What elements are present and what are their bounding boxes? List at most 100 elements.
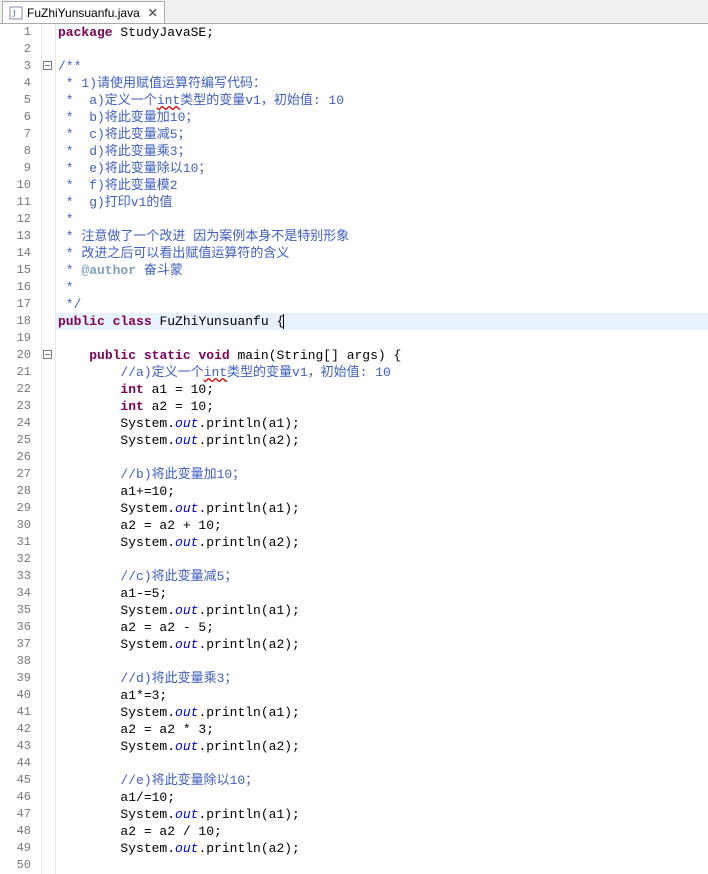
code-line[interactable] [56,653,708,670]
code-token [58,348,89,363]
editor-tab[interactable]: J FuZhiYunsuanfu.java ✕ [2,1,165,23]
line-number: 48 [0,823,31,840]
code-token: 类型的变量v1，初始值: 10 [180,93,344,108]
code-line[interactable] [56,330,708,347]
code-area[interactable]: package StudyJavaSE; /** * 1)请使用赋值运算符编写代码… [56,24,708,874]
fold-cell [42,228,55,245]
code-line[interactable]: * @author 奋斗蒙 [56,262,708,279]
fold-cell [42,670,55,687]
fold-cell [42,755,55,772]
code-token: out [175,603,198,618]
code-line[interactable]: * a)定义一个int类型的变量v1，初始值: 10 [56,92,708,109]
code-line[interactable] [56,755,708,772]
code-line[interactable]: a2 = a2 - 5; [56,619,708,636]
code-token [136,348,144,363]
code-line[interactable]: package StudyJavaSE; [56,24,708,41]
line-number: 21 [0,364,31,381]
fold-cell [42,160,55,177]
code-line[interactable]: System.out.println(a1); [56,704,708,721]
code-line[interactable]: * g)打印v1的值 [56,194,708,211]
code-line[interactable]: * b)将此变量加10； [56,109,708,126]
code-line[interactable]: //d)将此变量乘3； [56,670,708,687]
fold-cell [42,500,55,517]
fold-cell [42,432,55,449]
code-line[interactable]: a1+=10; [56,483,708,500]
code-line[interactable] [56,41,708,58]
code-token: * a)定义一个 [58,93,157,108]
line-number: 8 [0,143,31,160]
code-line[interactable]: System.out.println(a2); [56,840,708,857]
code-token: a1/=10; [58,790,175,805]
fold-toggle-icon[interactable] [43,350,52,359]
code-token: a1-=5; [58,586,167,601]
fold-cell [42,602,55,619]
code-line[interactable]: * f)将此变量模2 [56,177,708,194]
code-token: .println(a2); [198,841,299,856]
fold-cell [42,857,55,874]
code-line[interactable]: * [56,211,708,228]
code-line[interactable]: /** [56,58,708,75]
close-icon[interactable]: ✕ [148,6,158,20]
code-line[interactable]: a1/=10; [56,789,708,806]
line-number: 23 [0,398,31,415]
code-line[interactable]: a1*=3; [56,687,708,704]
code-line[interactable] [56,449,708,466]
fold-cell [42,619,55,636]
code-token: System. [58,416,175,431]
fold-cell [42,585,55,602]
code-token: out [175,535,198,550]
code-line[interactable]: System.out.println(a1); [56,806,708,823]
code-line[interactable]: System.out.println(a2); [56,432,708,449]
line-number: 46 [0,789,31,806]
code-line[interactable]: System.out.println(a2); [56,534,708,551]
line-number: 9 [0,160,31,177]
code-line[interactable]: public static void main(String[] args) { [56,347,708,364]
code-line[interactable]: //e)将此变量除以10； [56,772,708,789]
fold-cell [42,245,55,262]
code-line[interactable]: System.out.println(a2); [56,636,708,653]
code-editor[interactable]: 1234567891011121314151617181920212223242… [0,24,708,874]
code-token [58,756,120,771]
code-line[interactable]: * 注意做了一个改进 因为案例本身不是特别形象 [56,228,708,245]
code-token: @author [81,263,136,278]
code-line[interactable]: a2 = a2 + 10; [56,517,708,534]
code-line[interactable]: a1-=5; [56,585,708,602]
code-line[interactable]: * d)将此变量乘3； [56,143,708,160]
line-number: 41 [0,704,31,721]
line-number: 27 [0,466,31,483]
code-token: System. [58,535,175,550]
code-line[interactable]: * [56,279,708,296]
code-line[interactable]: * e)将此变量除以10； [56,160,708,177]
fold-cell [42,296,55,313]
code-token: //b)将此变量加10； [120,467,245,482]
code-line[interactable]: //b)将此变量加10； [56,466,708,483]
code-line[interactable]: //c)将此变量减5； [56,568,708,585]
line-number: 38 [0,653,31,670]
fold-cell [42,58,55,75]
line-number: 35 [0,602,31,619]
code-line[interactable]: System.out.println(a1); [56,602,708,619]
code-token: System. [58,841,175,856]
code-line[interactable] [56,857,708,874]
fold-toggle-icon[interactable] [43,61,52,70]
code-token: * d)将此变量乘3； [58,144,191,159]
code-line[interactable]: int a1 = 10; [56,381,708,398]
code-line[interactable]: * 改进之后可以看出赋值运算符的含义 [56,245,708,262]
code-line[interactable]: */ [56,296,708,313]
code-line[interactable]: System.out.println(a1); [56,415,708,432]
code-token: int [120,382,143,397]
code-line[interactable]: a2 = a2 * 3; [56,721,708,738]
code-line[interactable]: * c)将此变量减5； [56,126,708,143]
code-token [58,671,120,686]
code-token: out [175,841,198,856]
code-line[interactable]: * 1)请使用赋值运算符编写代码： [56,75,708,92]
code-line[interactable]: int a2 = 10; [56,398,708,415]
fold-cell [42,262,55,279]
code-line[interactable]: System.out.println(a1); [56,500,708,517]
code-line[interactable]: public class FuZhiYunsuanfu { [56,313,708,330]
code-line[interactable]: a2 = a2 / 10; [56,823,708,840]
code-token: a2 = a2 + 10; [58,518,222,533]
code-line[interactable]: //a)定义一个int类型的变量v1，初始值: 10 [56,364,708,381]
code-line[interactable]: System.out.println(a2); [56,738,708,755]
code-line[interactable] [56,551,708,568]
